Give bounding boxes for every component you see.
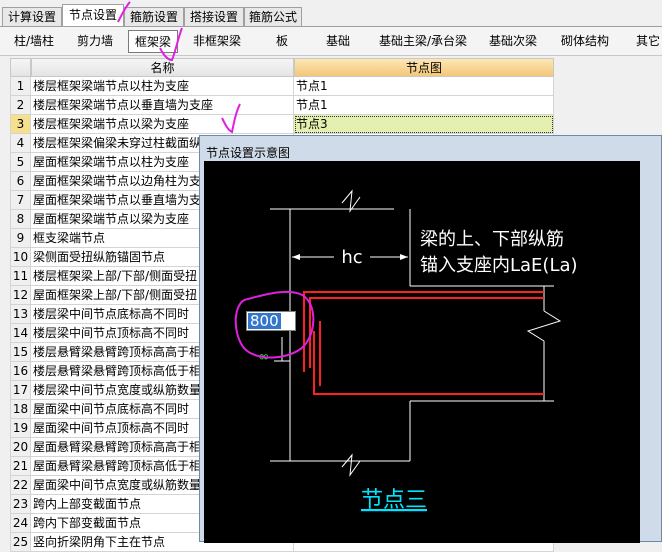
node-diagram-canvas: hc 梁的上、下部纵筋 锚入支座内LaE(La) 节点三 ∞ 800: [204, 161, 640, 543]
row-name: 楼层框架梁端节点以垂直墙为支座: [31, 96, 294, 115]
row-number: 18: [10, 400, 31, 419]
node-caption: 节点三: [361, 488, 427, 513]
node-diagram-column-header: 节点图: [294, 58, 554, 77]
row-number: 21: [10, 457, 31, 476]
name-column-header: 名称: [31, 58, 294, 77]
anchor-length-value: 800: [248, 312, 281, 330]
row-number: 8: [10, 210, 31, 229]
rebar-label-line1: 梁的上、下部纵筋: [420, 229, 564, 250]
toolbar-foundation-main-beam[interactable]: 基础主梁/承台梁: [372, 30, 474, 53]
toolbar-shear-wall[interactable]: 剪力墙: [66, 30, 124, 53]
row-node-value[interactable]: 节点3: [294, 115, 554, 134]
row-node-value[interactable]: 节点1: [294, 77, 554, 96]
hc-arrow-right: [400, 254, 408, 260]
hc-arrow-left: [292, 254, 300, 260]
row-number: 22: [10, 476, 31, 495]
toolbar-foundation[interactable]: 基础: [312, 30, 364, 53]
break-mark-top: [341, 189, 361, 213]
row-number: 7: [10, 191, 31, 210]
toolbar-other[interactable]: 其它: [628, 30, 662, 53]
beam-break-mark: [526, 310, 562, 342]
row-name: 楼层框架梁端节点以柱为支座: [31, 77, 294, 96]
row-node-value[interactable]: 节点1: [294, 96, 554, 115]
toolbar-non-frame-beam[interactable]: 非框架梁: [186, 30, 248, 53]
row-number: 12: [10, 286, 31, 305]
row-number: 15: [10, 343, 31, 362]
top-rebar-inner: [309, 297, 544, 368]
row-number: 11: [10, 267, 31, 286]
row-number: 25: [10, 533, 31, 552]
row-number: 23: [10, 495, 31, 514]
bottom-rebar: [313, 331, 544, 395]
toolbar-foundation-secondary-beam[interactable]: 基础次梁: [482, 30, 544, 53]
hc-label: hc: [341, 247, 362, 268]
row-number-header: [10, 58, 31, 77]
row-number: 1: [10, 77, 31, 96]
component-toolbar: 柱/墙柱 剪力墙 框架梁 非框架梁 板 基础 基础主梁/承台梁 基础次梁 砌体结…: [0, 26, 662, 56]
row-number: 19: [10, 419, 31, 438]
break-mark-bottom: [341, 453, 361, 477]
row-number: 20: [10, 438, 31, 457]
table-row[interactable]: 3 楼层框架梁端节点以梁为支座 节点3: [10, 115, 554, 134]
toolbar-column-wall-column[interactable]: 柱/墙柱: [4, 30, 64, 53]
tab-stirrup-settings[interactable]: 箍筋设置: [124, 7, 184, 26]
tab-stirrup-formula[interactable]: 箍筋公式: [244, 7, 302, 26]
toolbar-masonry[interactable]: 砌体结构: [554, 30, 616, 53]
table-row[interactable]: 1 楼层框架梁端节点以柱为支座 节点1: [10, 77, 554, 96]
row-number: 13: [10, 305, 31, 324]
table-header: 名称 节点图: [10, 58, 554, 77]
tab-splice-settings[interactable]: 搭接设置: [184, 7, 244, 26]
table-row[interactable]: 2 楼层框架梁端节点以垂直墙为支座 节点1: [10, 96, 554, 115]
row-number: 10: [10, 248, 31, 267]
top-rebar-outer: [303, 291, 544, 372]
toolbar-slab[interactable]: 板: [258, 30, 306, 53]
row-number: 24: [10, 514, 31, 533]
anchor-length-input[interactable]: 800: [246, 311, 296, 331]
rebar-label-line2: 锚入支座内LaE(La): [420, 255, 578, 276]
row-number: 14: [10, 324, 31, 343]
row-number: 17: [10, 381, 31, 400]
row-number: 9: [10, 229, 31, 248]
row-number: 2: [10, 96, 31, 115]
row-number: 16: [10, 362, 31, 381]
dialog-title: 节点设置示意图: [206, 146, 291, 160]
node-diagram-svg: hc 梁的上、下部纵筋 锚入支座内LaE(La) 节点三 ∞: [258, 189, 578, 513]
row-number: 5: [10, 153, 31, 172]
settings-tabs: 计算设置 节点设置 箍筋设置 搭接设置 箍筋公式: [0, 0, 662, 26]
infinity-symbol: ∞: [258, 349, 270, 365]
toolbar-frame-beam[interactable]: 框架梁: [128, 30, 178, 53]
tab-node-settings[interactable]: 节点设置: [62, 4, 124, 26]
row-name: 楼层框架梁端节点以梁为支座: [31, 115, 294, 134]
row-number: 6: [10, 172, 31, 191]
row-number: 4: [10, 134, 31, 153]
tab-calc-settings[interactable]: 计算设置: [2, 7, 62, 26]
node-diagram-dialog: 节点设置示意图 hc 梁的上、下部纵筋 锚入支座内LaE(La) 节点三 ∞ 8…: [199, 135, 662, 543]
row-number: 3: [10, 115, 31, 134]
